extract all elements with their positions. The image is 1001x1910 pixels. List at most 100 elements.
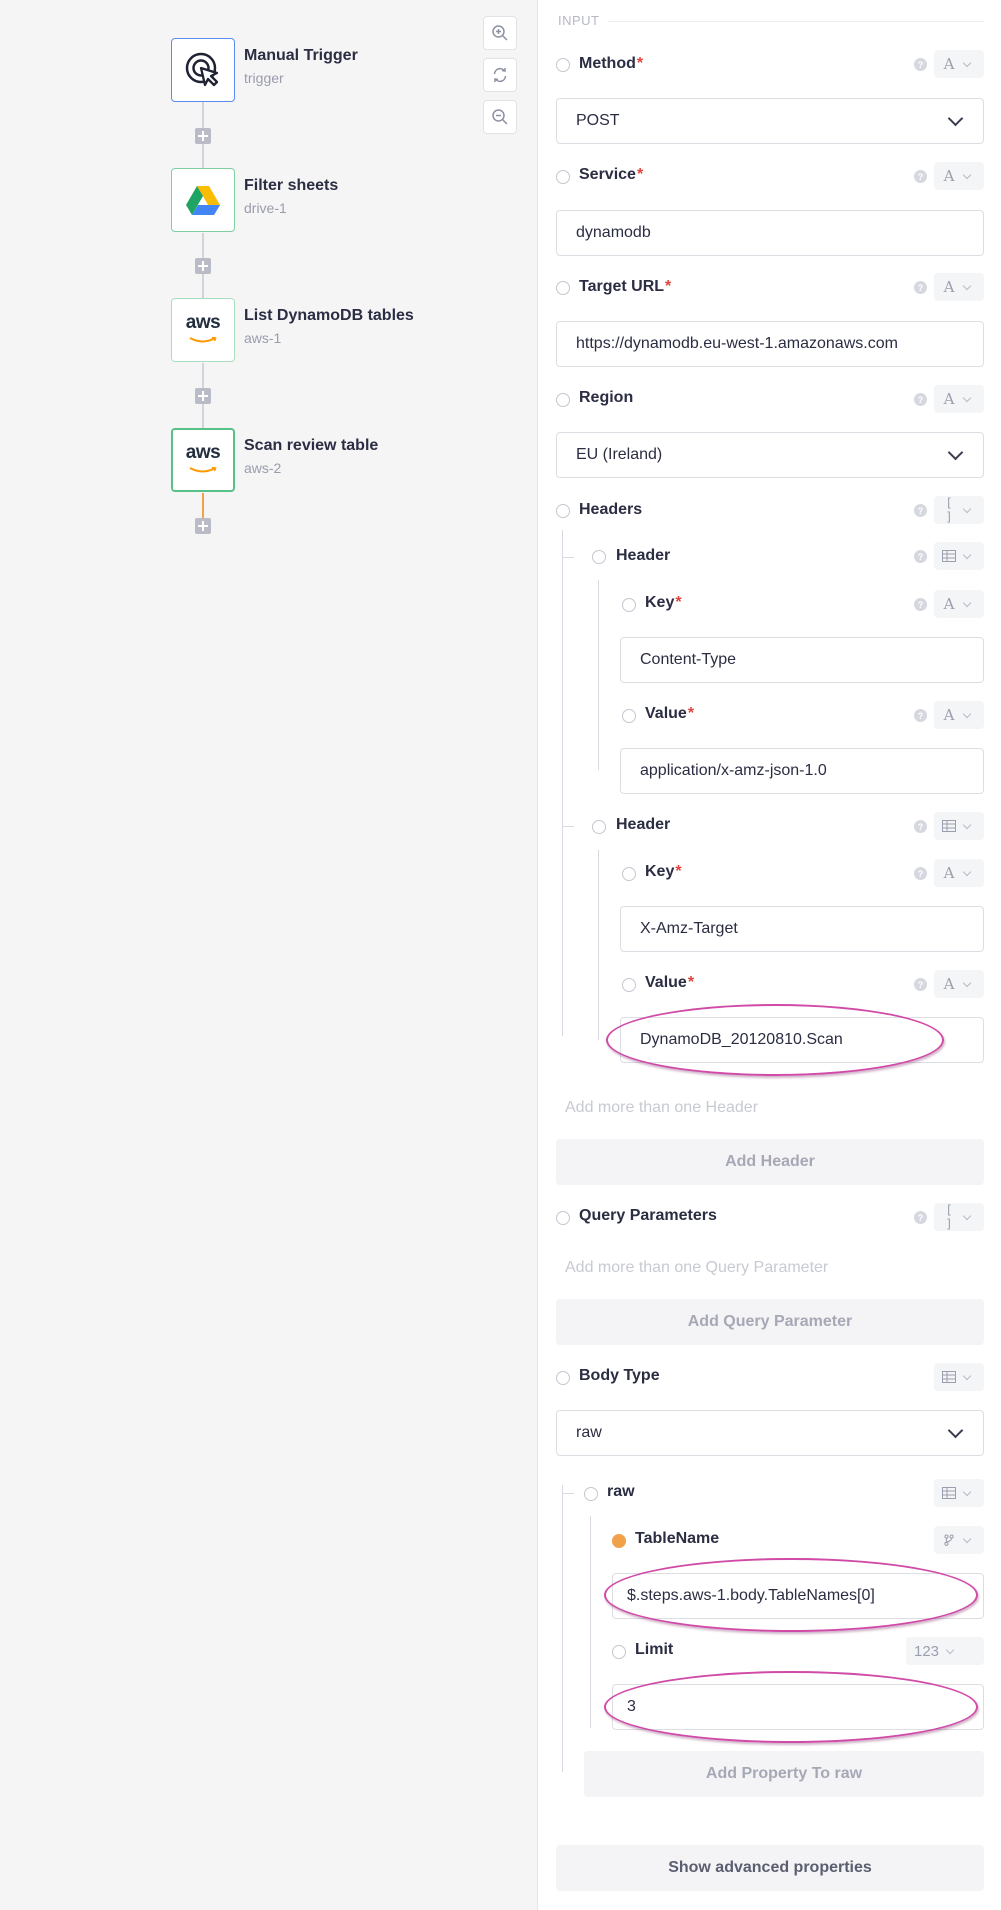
type-selector[interactable]: A — [934, 50, 984, 78]
tree-line — [598, 580, 599, 770]
service-label: Service* — [579, 166, 644, 183]
help-icon[interactable]: ? — [914, 1211, 927, 1224]
help-icon[interactable]: ? — [914, 550, 927, 563]
header-key-input[interactable]: X-Amz-Target — [620, 906, 984, 952]
type-selector[interactable]: 123 — [906, 1637, 984, 1665]
add-step-button[interactable] — [195, 258, 211, 274]
help-icon[interactable]: ? — [914, 598, 927, 611]
aws-icon: aws — [185, 311, 221, 348]
region-label: Region — [579, 389, 634, 406]
node-subtitle: drive-1 — [244, 200, 287, 216]
region-radio[interactable] — [556, 393, 570, 407]
help-icon[interactable]: ? — [914, 504, 927, 517]
headers-radio[interactable] — [556, 504, 570, 518]
method-select[interactable]: POST — [556, 98, 984, 144]
query-parameters-label: Query Parameters — [579, 1207, 717, 1224]
show-advanced-properties-button[interactable]: Show advanced properties — [556, 1845, 984, 1891]
highlight-annotation — [604, 1558, 978, 1632]
header-radio[interactable] — [592, 550, 606, 564]
type-selector[interactable]: A — [934, 701, 984, 729]
value-radio[interactable] — [622, 978, 636, 992]
body-type-radio[interactable] — [556, 1371, 570, 1385]
type-selector[interactable] — [934, 1526, 984, 1554]
add-step-button[interactable] — [195, 388, 211, 404]
type-selector[interactable] — [934, 542, 984, 570]
tree-line — [562, 530, 563, 1036]
raw-label: raw — [607, 1483, 635, 1500]
type-selector[interactable]: [ ] — [934, 496, 984, 524]
workflow-node-aws-1[interactable]: aws — [171, 298, 235, 362]
chevron-down-icon — [962, 978, 972, 987]
type-selector[interactable]: A — [934, 385, 984, 413]
type-selector[interactable]: A — [934, 970, 984, 998]
type-selector[interactable]: A — [934, 590, 984, 618]
type-selector[interactable]: A — [934, 273, 984, 301]
type-selector[interactable] — [934, 1479, 984, 1507]
header-label: Header — [616, 816, 671, 833]
help-icon[interactable]: ? — [914, 170, 927, 183]
branch-icon — [944, 1534, 954, 1546]
header-key-input[interactable]: Content-Type — [620, 637, 984, 683]
refresh-icon — [493, 67, 507, 83]
help-icon[interactable]: ? — [914, 281, 927, 294]
table-name-radio[interactable] — [612, 1534, 626, 1548]
zoom-out-button[interactable] — [483, 100, 517, 134]
node-title: List DynamoDB tables — [244, 307, 414, 324]
table-name-label: TableName — [635, 1530, 720, 1547]
aws-logo-text: aws — [185, 311, 221, 333]
help-icon[interactable]: ? — [914, 820, 927, 833]
type-selector[interactable]: [ ] — [934, 1203, 984, 1231]
refresh-button[interactable] — [483, 58, 517, 92]
target-url-input[interactable]: https://dynamodb.eu-west-1.amazonaws.com — [556, 321, 984, 367]
method-radio[interactable] — [556, 58, 570, 72]
help-icon[interactable]: ? — [914, 867, 927, 880]
header-radio[interactable] — [592, 820, 606, 834]
query-hint: Add more than one Query Parameter — [565, 1259, 829, 1276]
zoom-in-button[interactable] — [483, 16, 517, 50]
region-select[interactable]: EU (Ireland) — [556, 432, 984, 478]
body-type-select[interactable]: raw — [556, 1410, 984, 1456]
workflow-node-aws-2[interactable]: aws — [171, 428, 235, 492]
help-icon[interactable]: ? — [914, 58, 927, 71]
service-input[interactable]: dynamodb — [556, 210, 984, 256]
node-title: Filter sheets — [244, 177, 339, 194]
query-parameters-radio[interactable] — [556, 1211, 570, 1225]
help-icon[interactable]: ? — [914, 709, 927, 722]
add-step-button[interactable] — [195, 128, 211, 144]
aws-logo-text: aws — [185, 441, 221, 463]
chevron-down-icon — [962, 504, 972, 513]
highlight-annotation — [604, 1671, 978, 1743]
type-selector[interactable] — [934, 1363, 984, 1391]
key-radio[interactable] — [622, 598, 636, 612]
type-selector[interactable]: A — [934, 162, 984, 190]
help-icon[interactable]: ? — [914, 393, 927, 406]
header-label: Header — [616, 547, 671, 564]
help-icon[interactable]: ? — [914, 978, 927, 991]
workflow-node-drive[interactable] — [171, 168, 235, 232]
workflow-canvas: Manual Trigger trigger Filter sheets dri… — [0, 0, 538, 1910]
node-title: Scan review table — [244, 437, 379, 454]
add-property-button[interactable]: Add Property To raw — [584, 1751, 984, 1797]
key-label: Key* — [645, 594, 682, 611]
target-url-label: Target URL* — [579, 278, 672, 295]
type-selector[interactable]: A — [934, 859, 984, 887]
header-value-input[interactable]: application/x-amz-json-1.0 — [620, 748, 984, 794]
service-radio[interactable] — [556, 170, 570, 184]
divider — [608, 21, 984, 22]
add-header-button[interactable]: Add Header — [556, 1139, 984, 1185]
value-label: Value* — [645, 705, 695, 722]
type-selector[interactable] — [934, 812, 984, 840]
add-step-button[interactable] — [195, 518, 211, 534]
value-radio[interactable] — [622, 709, 636, 723]
key-radio[interactable] — [622, 867, 636, 881]
section-label: INPUT — [558, 13, 600, 28]
chevron-down-icon — [962, 170, 972, 179]
node-subtitle: trigger — [244, 70, 284, 86]
limit-radio[interactable] — [612, 1645, 626, 1659]
target-url-radio[interactable] — [556, 281, 570, 295]
add-query-parameter-button[interactable]: Add Query Parameter — [556, 1299, 984, 1345]
workflow-node-trigger[interactable] — [171, 38, 235, 102]
node-subtitle: aws-1 — [244, 330, 282, 346]
body-type-label: Body Type — [579, 1367, 660, 1384]
raw-radio[interactable] — [584, 1487, 598, 1501]
